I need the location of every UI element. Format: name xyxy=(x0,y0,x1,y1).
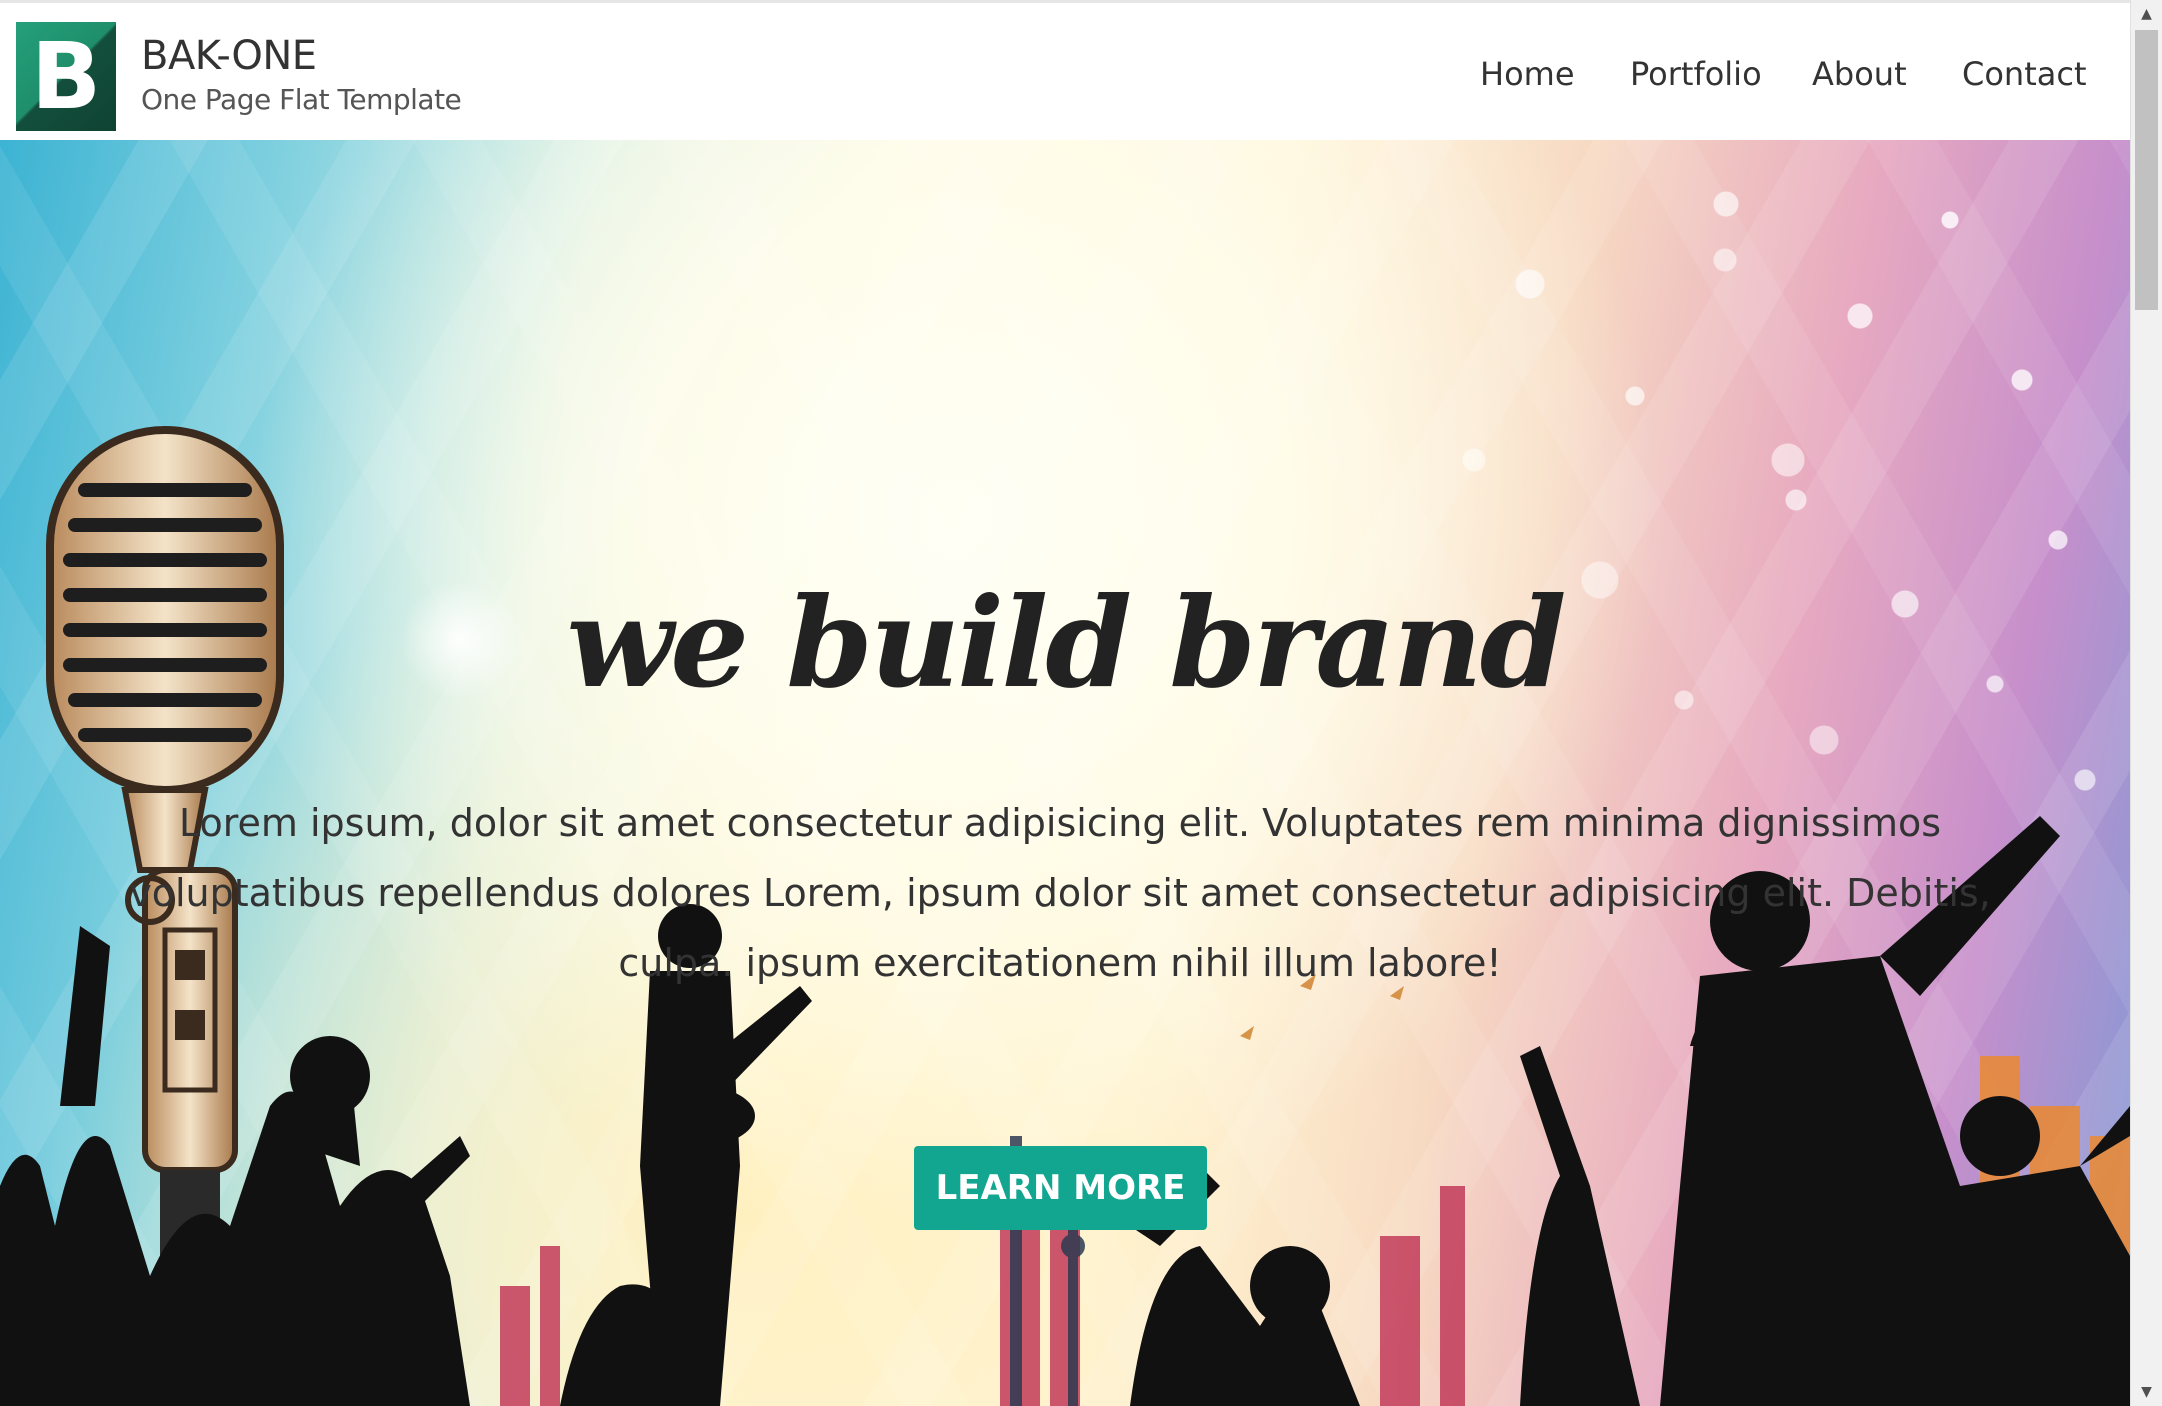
hero-title: we build brand xyxy=(566,571,1567,717)
scroll-up-arrow-icon[interactable]: ▲ xyxy=(2131,0,2162,28)
navbar: B BAK-ONE One Page Flat Template Home Po… xyxy=(0,0,2130,140)
hero-description: Lorem ipsum, dolor sit amet consectetur … xyxy=(129,801,1991,985)
logo-icon[interactable]: B xyxy=(16,22,116,131)
brand-title[interactable]: BAK-ONE xyxy=(141,33,317,79)
learn-more-button[interactable]: LEARN MORE xyxy=(914,1146,1207,1230)
scrollbar-thumb[interactable] xyxy=(2135,30,2158,310)
brand-subtitle: One Page Flat Template xyxy=(141,83,462,116)
logo-letter: B xyxy=(30,23,102,130)
nav-link-contact[interactable]: Contact xyxy=(1962,55,2087,95)
nav-link-about[interactable]: About xyxy=(1812,55,1907,95)
vertical-scrollbar[interactable]: ▲ ▼ xyxy=(2130,0,2162,1406)
nav-link-portfolio[interactable]: Portfolio xyxy=(1630,55,1762,95)
hero-section: we build brand Lorem ipsum, dolor sit am… xyxy=(0,140,2130,1406)
scroll-down-arrow-icon[interactable]: ▼ xyxy=(2131,1378,2162,1406)
nav-link-home[interactable]: Home xyxy=(1480,55,1575,95)
browser-viewport: B BAK-ONE One Page Flat Template Home Po… xyxy=(0,0,2162,1406)
